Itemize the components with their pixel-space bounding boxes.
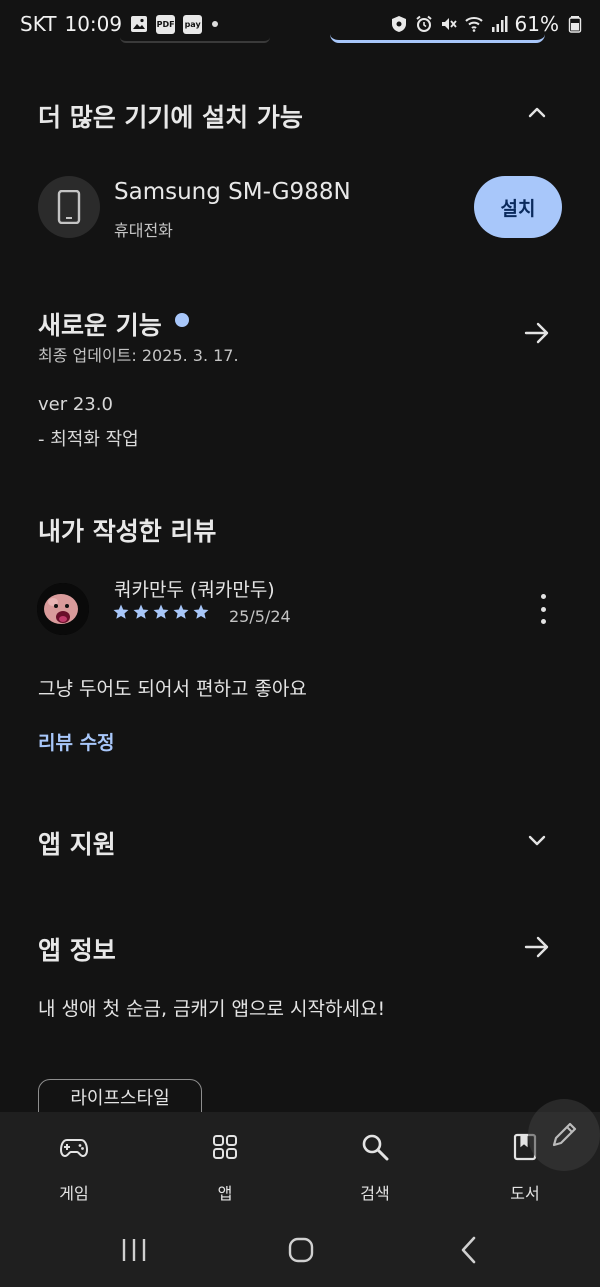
app-info-title: 앱 정보 (38, 936, 116, 965)
chevron-up-icon[interactable] (525, 101, 549, 125)
star-icon (153, 604, 169, 619)
signal-icon (491, 16, 508, 32)
battery-icon (568, 16, 582, 33)
bottom-navigation: 게임 앱 검색 도서 (0, 1112, 600, 1212)
pdf-icon: PDF (156, 14, 176, 34)
app-description: 내 생애 첫 순금, 금캐기 앱으로 시작하세요! (38, 998, 386, 1020)
star-icon (133, 604, 149, 619)
device-name: Samsung SM-G988N (114, 179, 351, 205)
back-icon[interactable] (452, 1232, 488, 1268)
recent-apps-icon[interactable] (116, 1232, 152, 1268)
scrolled-tab-remnant (120, 37, 270, 43)
security-icon (391, 16, 406, 32)
nav-label-books: 도서 (510, 1184, 540, 1203)
more-notifications-dot (212, 21, 219, 27)
new-indicator-dot (175, 313, 189, 327)
more-options-icon[interactable] (532, 594, 554, 624)
device-type: 휴대전화 (114, 221, 173, 240)
scrolled-button-remnant (330, 34, 545, 43)
app-support-title[interactable]: 앱 지원 (38, 825, 116, 861)
star-icon (173, 604, 189, 619)
nav-label-search: 검색 (360, 1184, 390, 1203)
release-notes: - 최적화 작업 (38, 429, 139, 450)
gallery-icon (131, 16, 148, 32)
carrier-label: SKT (20, 12, 57, 36)
pay-icon: pay (183, 14, 203, 34)
avatar[interactable] (37, 583, 89, 635)
home-icon[interactable] (283, 1232, 319, 1268)
system-navigation-bar (0, 1212, 600, 1287)
gamepad-icon (59, 1139, 89, 1158)
wifi-icon (464, 17, 483, 32)
clock: 10:09 (64, 12, 123, 36)
chevron-down-icon[interactable] (525, 828, 549, 852)
arrow-right-icon[interactable] (523, 319, 551, 347)
mute-icon (441, 18, 457, 30)
status-bar: SKT 10:09 PDF pay 61% (0, 0, 600, 52)
edit-review-link[interactable]: 리뷰 수정 (38, 728, 115, 755)
review-date: 25/5/24 (229, 607, 291, 626)
device-avatar (38, 176, 100, 238)
nav-item-games[interactable]: 게임 (24, 1112, 124, 1212)
nav-item-search[interactable]: 검색 (325, 1112, 425, 1212)
devices-section-title: 더 많은 기기에 설치 가능 (38, 103, 303, 132)
review-text: 그냥 두어도 되어서 편하고 좋아요 (38, 678, 307, 700)
reviewer-name: 쿼카만두 (쿼카만두) (114, 579, 275, 601)
last-updated: 최종 업데이트: 2025. 3. 17. (38, 346, 239, 365)
edit-floating-button[interactable] (528, 1099, 600, 1171)
nav-label-games: 게임 (59, 1184, 89, 1203)
alarm-icon (415, 15, 432, 32)
nav-label-apps: 앱 (217, 1184, 233, 1203)
search-icon (362, 1134, 389, 1161)
apps-grid-icon (213, 1135, 237, 1159)
my-review-title: 내가 작성한 리뷰 (38, 517, 217, 546)
whats-new-title: 새로운 기능 (38, 311, 162, 340)
reviewer-photo (37, 583, 89, 635)
smartphone-icon (57, 190, 81, 224)
version-text: ver 23.0 (38, 394, 113, 415)
arrow-right-icon[interactable] (523, 933, 551, 961)
nav-item-apps[interactable]: 앱 (175, 1112, 275, 1212)
battery-percent: 61% (514, 12, 559, 36)
star-icon (193, 604, 209, 619)
star-icon (113, 604, 129, 619)
install-button[interactable]: 설치 (474, 176, 562, 238)
pencil-icon (552, 1122, 577, 1147)
star-rating (112, 603, 210, 621)
